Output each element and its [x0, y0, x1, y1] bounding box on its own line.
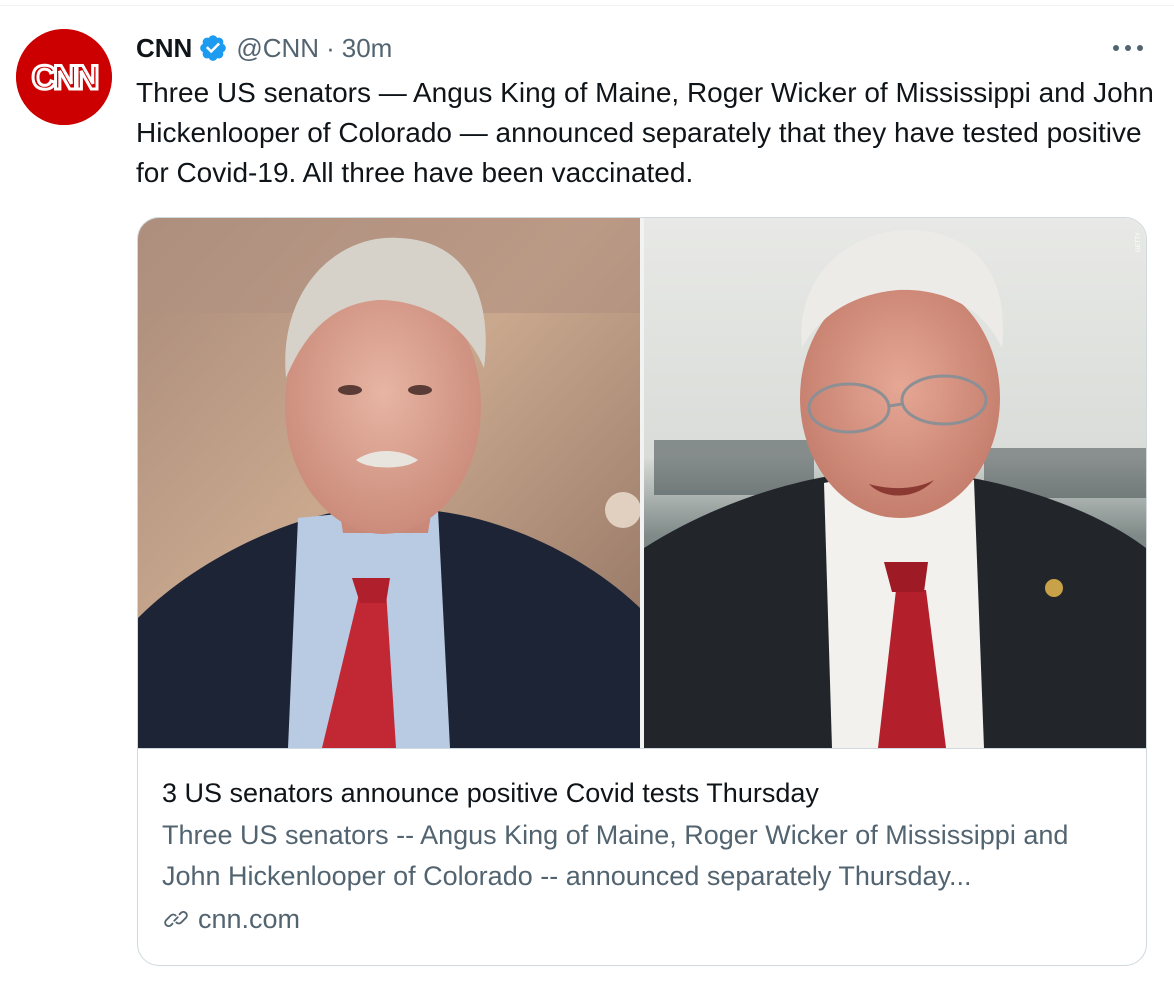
- card-domain[interactable]: cnn.com: [162, 899, 1122, 939]
- more-options-button[interactable]: [1110, 34, 1146, 62]
- more-options-icon: [1113, 45, 1143, 51]
- card-image[interactable]: GETTY: [138, 218, 1146, 749]
- tweet-header: CNN @CNN · 30m: [136, 28, 392, 68]
- separator-dot: ·: [326, 32, 335, 63]
- card-photo-right: GETTY: [644, 218, 1146, 748]
- photo-credit: GETTY: [1136, 232, 1142, 252]
- display-name[interactable]: CNN: [136, 33, 192, 64]
- card-title: 3 US senators announce positive Covid te…: [162, 778, 819, 808]
- card-domain-text[interactable]: cnn.com: [198, 899, 300, 939]
- avatar-logo-text: CNN: [32, 59, 98, 97]
- card-photo-left: [138, 218, 640, 748]
- timestamp[interactable]: 30m: [342, 33, 393, 64]
- card-body: 3 US senators announce positive Covid te…: [162, 773, 1122, 939]
- link-card[interactable]: GETTY 3 US senators announce positive Co…: [137, 217, 1147, 966]
- verified-badge-icon: [200, 35, 227, 61]
- handle[interactable]: @CNN: [236, 33, 319, 64]
- card-description: Three US senators -- Angus King of Maine…: [162, 820, 1069, 891]
- tweet-text: Three US senators — Angus King of Maine,…: [136, 77, 1154, 188]
- link-icon: [164, 911, 188, 927]
- tweet[interactable]: CNN CNN @CNN · 30m Three US senators — A…: [0, 0, 1174, 988]
- cnn-logo-icon: CNN: [16, 29, 112, 125]
- avatar[interactable]: CNN: [16, 29, 112, 125]
